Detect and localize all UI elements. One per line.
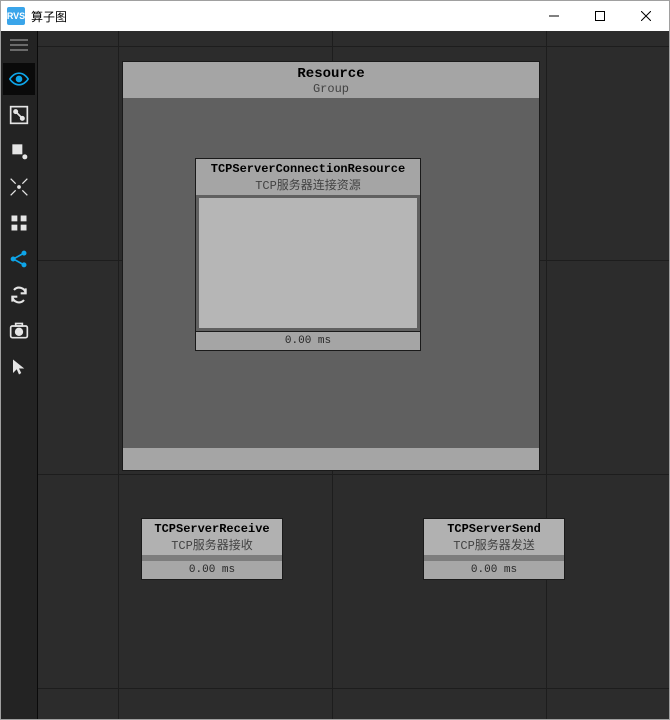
- minimize-button[interactable]: [531, 1, 577, 31]
- node-subtitle: TCP服务器发送: [424, 536, 564, 553]
- title-bar: RVS 算子图: [1, 1, 669, 31]
- node-tcp-connection-resource[interactable]: TCPServerConnectionResource TCP服务器连接资源 0…: [195, 158, 421, 351]
- group-footer: [123, 448, 539, 470]
- left-toolbar: [1, 31, 37, 719]
- node-tcp-server-send[interactable]: TCPServerSend TCP服务器发送 0.00 ms: [423, 518, 565, 580]
- graph-icon[interactable]: [3, 99, 35, 131]
- app-icon: RVS: [7, 7, 25, 25]
- center-icon[interactable]: [3, 171, 35, 203]
- node-icon[interactable]: [3, 135, 35, 167]
- menu-handle-icon[interactable]: [5, 35, 33, 55]
- node-header: TCPServerReceive TCP服务器接收: [142, 519, 282, 555]
- node-time: 0.00 ms: [196, 331, 420, 350]
- close-button[interactable]: [623, 1, 669, 31]
- camera-icon[interactable]: [3, 315, 35, 347]
- node-title: TCPServerReceive: [142, 522, 282, 536]
- maximize-button[interactable]: [577, 1, 623, 31]
- graph-canvas[interactable]: Resource Group TCPServerConnectionResour…: [37, 31, 669, 719]
- select-icon[interactable]: [3, 351, 35, 383]
- node-body: [199, 198, 417, 328]
- node-time: 0.00 ms: [424, 555, 564, 579]
- refresh-icon[interactable]: [3, 279, 35, 311]
- grid-line: [38, 688, 669, 689]
- node-header: TCPServerSend TCP服务器发送: [424, 519, 564, 555]
- node-header: TCPServerConnectionResource TCP服务器连接资源: [196, 159, 420, 195]
- window-title: 算子图: [31, 8, 67, 25]
- group-subtitle: Group: [123, 82, 539, 96]
- grid-line: [38, 46, 669, 47]
- grid-line: [118, 31, 119, 719]
- node-title: TCPServerConnectionResource: [196, 162, 420, 176]
- node-subtitle: TCP服务器连接资源: [196, 176, 420, 193]
- group-node-resource[interactable]: Resource Group TCPServerConnectionResour…: [122, 61, 540, 471]
- share-icon[interactable]: [3, 243, 35, 275]
- grid-line: [546, 31, 547, 719]
- group-body: TCPServerConnectionResource TCP服务器连接资源 0…: [123, 98, 539, 448]
- node-subtitle: TCP服务器接收: [142, 536, 282, 553]
- group-title: Resource: [123, 66, 539, 82]
- app-grid-icon[interactable]: [3, 207, 35, 239]
- node-title: TCPServerSend: [424, 522, 564, 536]
- group-header: Resource Group: [123, 62, 539, 98]
- node-tcp-server-receive[interactable]: TCPServerReceive TCP服务器接收 0.00 ms: [141, 518, 283, 580]
- eye-icon[interactable]: [3, 63, 35, 95]
- node-time: 0.00 ms: [142, 555, 282, 579]
- grid-line: [38, 474, 669, 475]
